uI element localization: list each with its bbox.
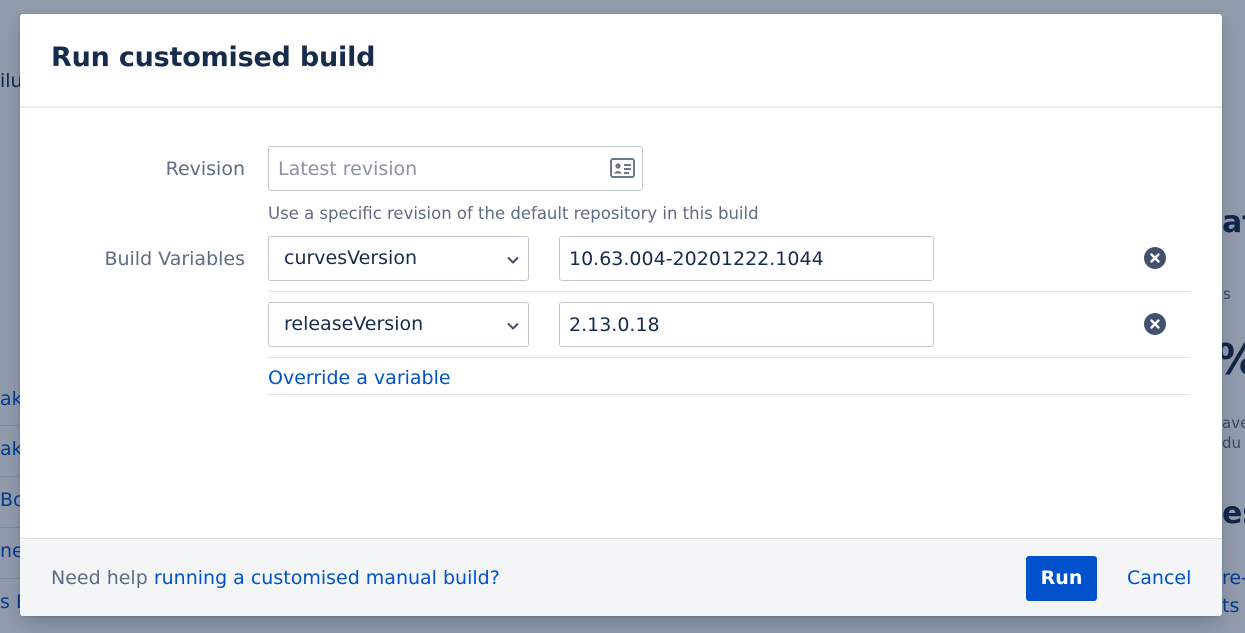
variable-value-field: [559, 236, 934, 281]
row-divider: [268, 394, 1190, 395]
close-icon: [1150, 319, 1160, 329]
revision-field: [268, 146, 643, 191]
help-text: Need help: [51, 567, 154, 589]
variable-name-value: curvesVersion: [284, 247, 417, 269]
dialog-title: Run customised build: [51, 42, 376, 73]
variable-value-field: [559, 302, 934, 347]
dialog-header: Run customised build: [20, 14, 1222, 108]
variable-name-select[interactable]: curvesVersion: [268, 236, 529, 281]
revision-input[interactable]: [269, 147, 642, 190]
cancel-link[interactable]: Cancel: [1127, 567, 1191, 589]
chevron-down-icon: [504, 317, 522, 340]
build-variables-label: Build Variables: [104, 248, 245, 270]
remove-variable-button[interactable]: [1144, 247, 1166, 269]
variable-name-value: releaseVersion: [284, 313, 424, 335]
remove-variable-button[interactable]: [1144, 313, 1166, 335]
help-link[interactable]: running a customised manual build?: [154, 567, 500, 589]
close-icon: [1150, 253, 1160, 263]
row-divider: [268, 291, 1190, 292]
revision-label: Revision: [165, 158, 245, 180]
variable-value-input[interactable]: [560, 303, 933, 346]
dialog-footer: Need help running a customised manual bu…: [20, 538, 1222, 616]
variable-name-select[interactable]: releaseVersion: [268, 302, 529, 347]
footer-help-text: Need help running a customised manual bu…: [51, 567, 500, 589]
run-customised-build-dialog: Run customised build Revision Use a spec…: [20, 14, 1222, 616]
chevron-down-icon: [504, 251, 522, 274]
run-button[interactable]: Run: [1026, 556, 1097, 601]
revision-hint: Use a specific revision of the default r…: [268, 204, 759, 223]
variable-value-input[interactable]: [560, 237, 933, 280]
override-variable-link[interactable]: Override a variable: [268, 367, 451, 389]
id-card-icon[interactable]: [610, 158, 635, 183]
row-divider: [268, 357, 1190, 358]
